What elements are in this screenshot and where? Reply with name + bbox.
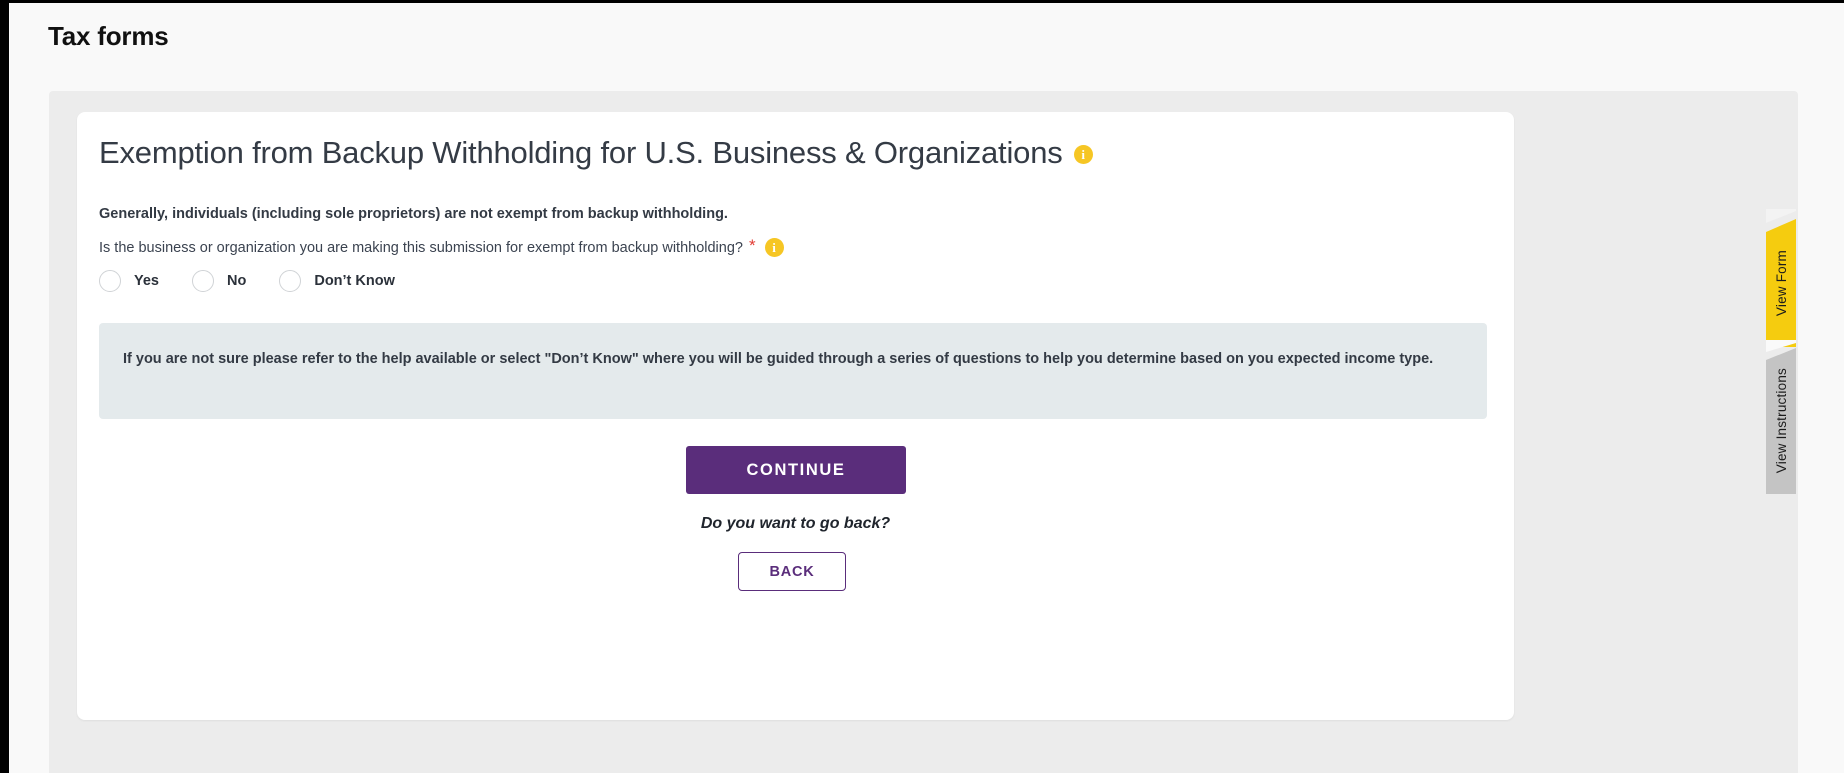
info-icon[interactable]: i (1073, 144, 1093, 164)
tab-view-form[interactable]: View Form (1766, 219, 1796, 347)
radio-circle-icon[interactable] (99, 270, 121, 292)
card-heading-text: Exemption from Backup Withholding for U.… (99, 135, 1063, 170)
question-row: Is the business or organization you are … (99, 235, 784, 257)
required-asterisk: * (748, 235, 756, 255)
radio-label: Don’t Know (314, 273, 395, 289)
form-panel: Exemption from Backup Withholding for U.… (49, 91, 1798, 773)
radio-option-yes[interactable]: Yes (99, 270, 159, 292)
page-title: Tax forms (48, 21, 169, 51)
form-card: Exemption from Backup Withholding for U.… (77, 112, 1514, 720)
radio-circle-icon[interactable] (192, 270, 214, 292)
back-button[interactable]: BACK (738, 552, 846, 591)
info-icon[interactable]: i (764, 238, 784, 257)
continue-button[interactable]: CONTINUE (686, 446, 906, 494)
lead-text: Generally, individuals (including sole p… (99, 206, 728, 222)
question-label: Is the business or organization you are … (99, 239, 743, 256)
help-callout-text: If you are not sure please refer to the … (123, 351, 1434, 367)
radio-label: Yes (134, 273, 159, 289)
tab-view-instructions[interactable]: View Instructions (1766, 348, 1796, 494)
tab-view-form-label: View Form (1773, 249, 1789, 317)
card-heading: Exemption from Backup Withholding for U.… (99, 135, 1093, 170)
radio-option-dont-know[interactable]: Don’t Know (279, 270, 395, 292)
radio-circle-icon[interactable] (279, 270, 302, 292)
app-frame: Tax forms Exemption from Backup Withhold… (0, 0, 1844, 773)
radio-group: Yes No Don’t Know (99, 270, 428, 292)
tab-fold-decoration (1766, 209, 1796, 223)
radio-option-no[interactable]: No (192, 270, 246, 292)
tab-view-instructions-label: View Instructions (1773, 368, 1789, 474)
go-back-prompt: Do you want to go back? (700, 515, 891, 532)
radio-label: No (227, 273, 247, 289)
help-callout-box: If you are not sure please refer to the … (99, 323, 1487, 419)
side-tabs: View Form View Instructions (1766, 209, 1806, 494)
